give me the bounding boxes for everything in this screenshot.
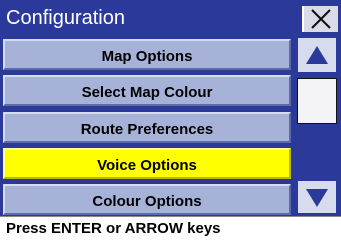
- arrow-up-icon: [306, 46, 328, 64]
- menu-list: Map Options Select Map Colour Route Pref…: [0, 35, 295, 216]
- status-text: Press ENTER or ARROW keys: [6, 220, 221, 237]
- close-button[interactable]: [302, 6, 338, 32]
- window-title: Configuration: [6, 7, 125, 29]
- scroll-down-button[interactable]: [298, 181, 336, 213]
- arrow-down-icon: [306, 189, 328, 207]
- scrollbar[interactable]: [295, 35, 341, 216]
- title-bar: Configuration: [0, 0, 341, 35]
- scroll-thumb[interactable]: [297, 78, 337, 124]
- menu-item-select-map-colour[interactable]: Select Map Colour: [3, 75, 291, 106]
- status-bar: Press ENTER or ARROW keys: [0, 216, 341, 240]
- menu-item-colour-options[interactable]: Colour Options: [3, 184, 291, 215]
- menu-item-map-options[interactable]: Map Options: [3, 39, 291, 70]
- menu-item-voice-options[interactable]: Voice Options: [3, 148, 291, 179]
- close-icon: [311, 9, 331, 29]
- menu-item-route-preferences[interactable]: Route Preferences: [3, 112, 291, 143]
- scroll-up-button[interactable]: [298, 38, 336, 72]
- device-screen: Configuration Map Options Select Map Col…: [0, 0, 341, 240]
